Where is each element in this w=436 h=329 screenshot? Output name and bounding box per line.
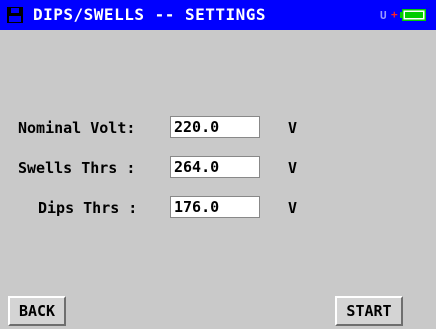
page-title: DIPS/SWELLS -- SETTINGS	[33, 5, 267, 24]
dips-threshold-label: Dips Thrs :	[38, 199, 138, 217]
swells-threshold-label: Swells Thrs :	[18, 159, 136, 177]
voltage-indicator: U	[380, 9, 387, 22]
nominal-volt-unit: V	[288, 119, 298, 137]
swells-threshold-unit: V	[288, 159, 298, 177]
battery-icon	[400, 9, 426, 21]
start-button[interactable]: START	[335, 296, 403, 326]
plus-indicator: +	[391, 8, 398, 21]
back-button[interactable]: BACK	[8, 296, 66, 326]
nominal-volt-label: Nominal Volt:	[18, 119, 136, 137]
nominal-volt-input[interactable]: 220.0	[170, 116, 260, 138]
floppy-disk-icon	[7, 7, 23, 23]
swells-threshold-input[interactable]: 264.0	[170, 156, 260, 178]
title-bar: DIPS/SWELLS -- SETTINGS U +	[0, 0, 436, 30]
dips-threshold-unit: V	[288, 199, 298, 217]
dips-threshold-input[interactable]: 176.0	[170, 196, 260, 218]
